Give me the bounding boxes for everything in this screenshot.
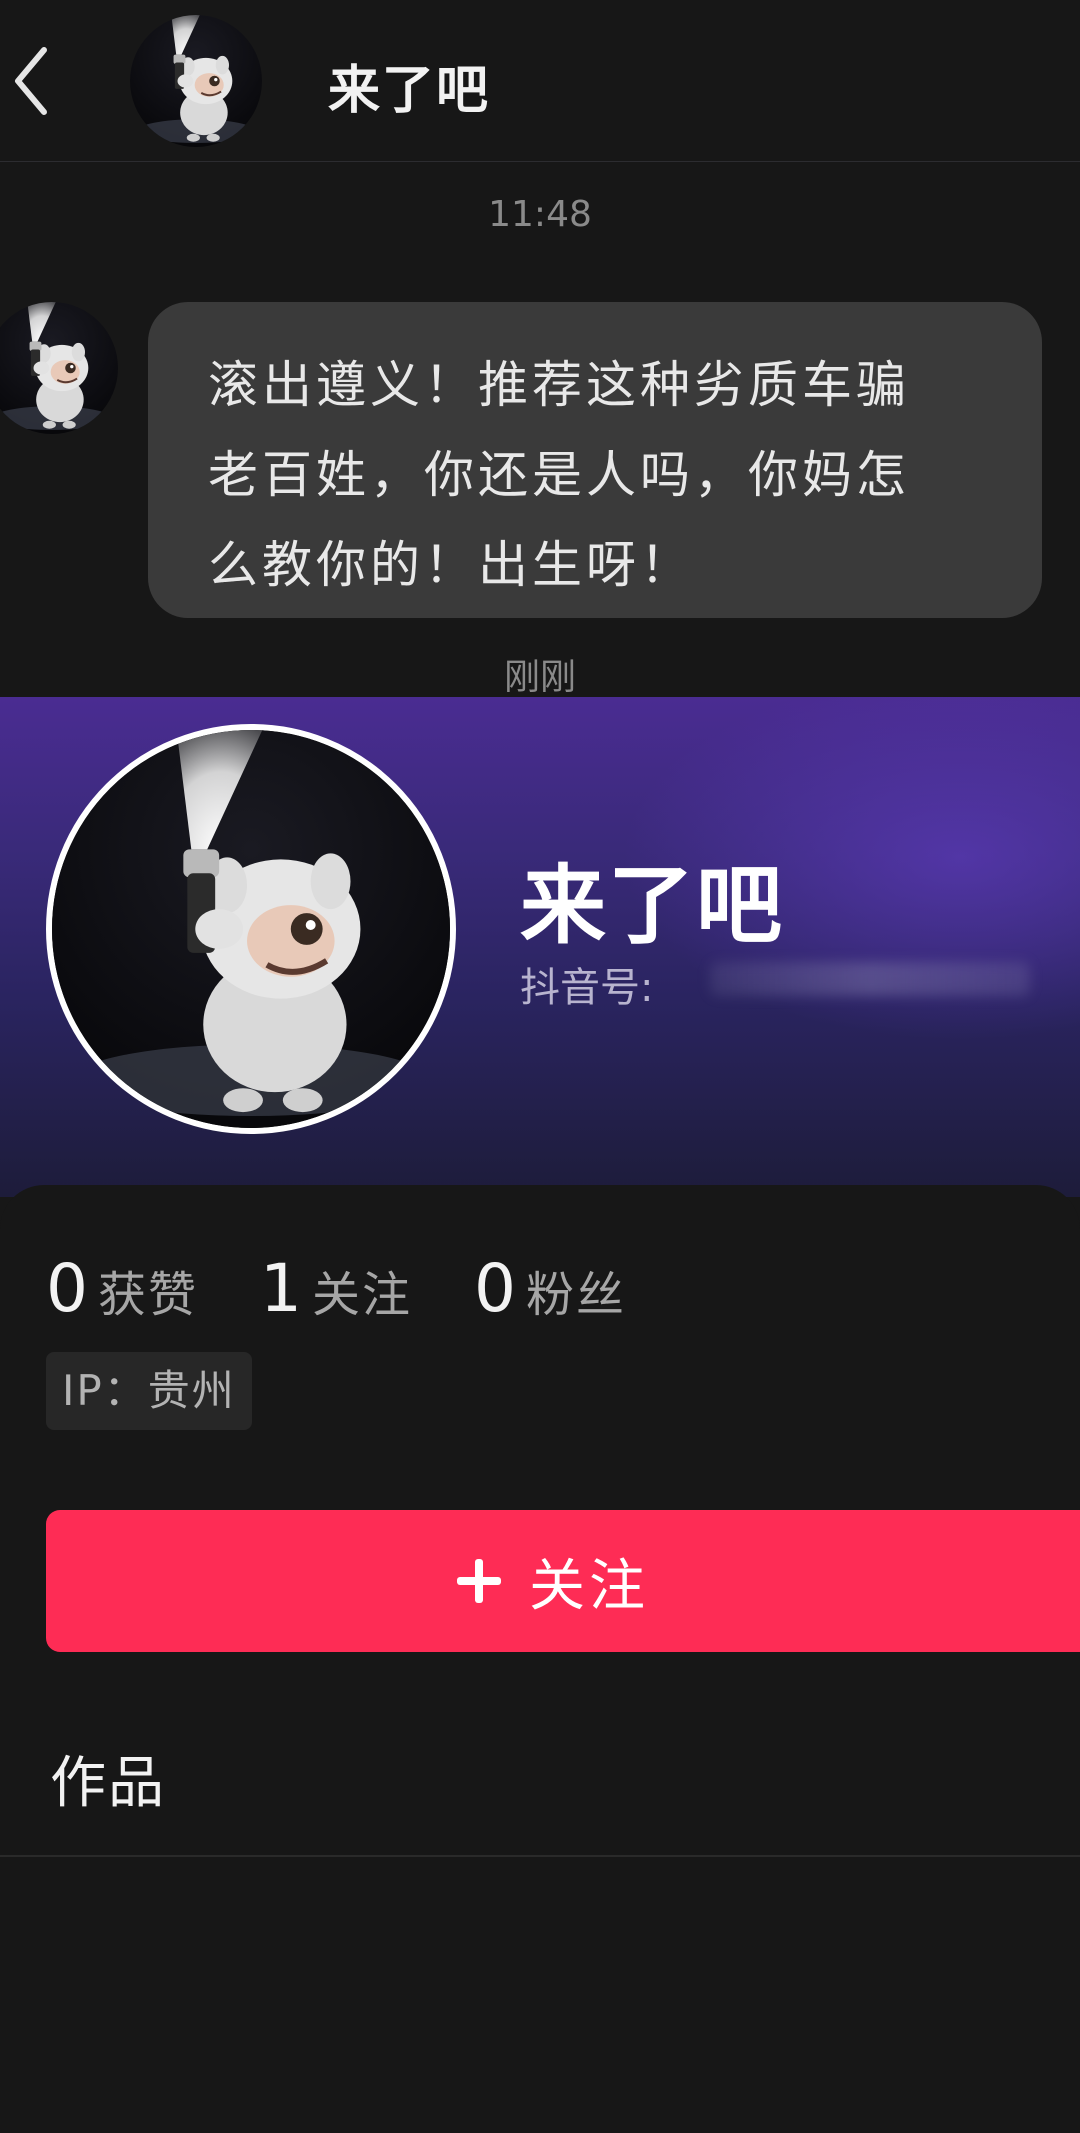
- stat-label: 获赞: [98, 1267, 199, 1323]
- divider: [0, 1855, 1080, 1857]
- stat-number: 1: [260, 1250, 303, 1327]
- stat-likes[interactable]: 0 获赞: [46, 1250, 198, 1327]
- message-line: 滚出遵义！推荐这种劣质车骗: [208, 356, 910, 414]
- chat-title: 来了吧: [328, 61, 491, 121]
- message-bubble[interactable]: 滚出遵义！推荐这种劣质车骗 老百姓，你还是人吗，你妈怎 么教你的！出生呀！: [148, 302, 1042, 618]
- avatar-icon: [130, 15, 262, 147]
- stat-label: 粉丝: [526, 1267, 627, 1323]
- stat-number: 0: [474, 1250, 517, 1327]
- chat-profile-screen: 来了吧 11:48 滚出遵义！推荐这种劣质车骗 老百姓，你还是人吗，你妈怎 么教…: [0, 0, 1080, 2133]
- back-button[interactable]: [8, 40, 68, 122]
- plus-icon: [457, 1559, 501, 1603]
- ip-location-tag: IP：贵州: [46, 1352, 252, 1430]
- message-status: 刚刚: [503, 657, 576, 698]
- chat-header: 来了吧: [0, 0, 1080, 162]
- follow-button[interactable]: 关注: [46, 1510, 1080, 1652]
- douyin-id-label: 抖音号:: [520, 965, 654, 1011]
- profile-stats: 0 获赞 1 关注 0 粉丝: [46, 1250, 688, 1330]
- stat-label: 关注: [312, 1267, 413, 1323]
- avatar-icon: [52, 730, 450, 1128]
- stat-followers[interactable]: 0 粉丝: [474, 1250, 626, 1327]
- message-timestamp: 11:48: [488, 194, 592, 235]
- profile-avatar[interactable]: [46, 724, 456, 1134]
- douyin-id-redacted: [710, 962, 1030, 996]
- avatar-icon: [0, 302, 118, 434]
- stat-number: 0: [46, 1250, 88, 1327]
- profile-name: 来了吧: [520, 856, 784, 956]
- chevron-left-icon: [15, 47, 47, 115]
- sender-avatar[interactable]: [0, 302, 118, 434]
- tab-works[interactable]: 作品: [50, 1738, 166, 1819]
- header-avatar[interactable]: [130, 15, 262, 147]
- follow-button-label: 关注: [529, 1553, 649, 1619]
- stat-following[interactable]: 1 关注: [260, 1250, 412, 1327]
- message-line: 老百姓，你还是人吗，你妈怎: [208, 446, 910, 504]
- message-line: 么教你的！出生呀！: [208, 536, 694, 594]
